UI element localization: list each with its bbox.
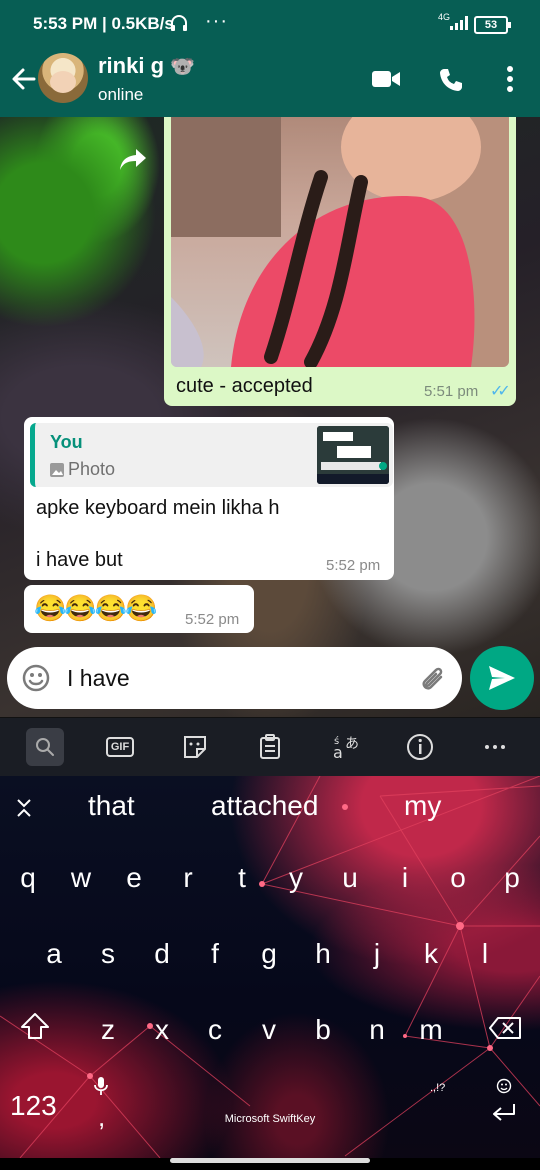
contact-emoji: 🐨 bbox=[170, 56, 196, 78]
key-d[interactable]: d bbox=[137, 938, 187, 970]
home-indicator[interactable] bbox=[170, 1158, 370, 1163]
message-time: 5:52 pm bbox=[326, 557, 381, 574]
quote-thumbnail bbox=[317, 426, 389, 484]
signal-icon bbox=[450, 16, 468, 30]
message-text-line-2: i have but bbox=[36, 549, 123, 571]
chat-header: rinki g 🐨 online bbox=[0, 45, 540, 117]
navigation-bar bbox=[0, 1158, 540, 1170]
key-o[interactable]: o bbox=[433, 862, 483, 894]
mic-icon[interactable] bbox=[94, 1076, 108, 1101]
contact-status: online bbox=[98, 85, 144, 104]
incoming-reply-message[interactable]: You Photo apke keyboard mein likha h i h… bbox=[24, 417, 394, 580]
status-bar: 5:53 PM | 0.5KB/s ··· 4G 53 bbox=[0, 0, 540, 45]
key-c[interactable]: c bbox=[190, 1014, 240, 1046]
key-w[interactable]: w bbox=[56, 862, 106, 894]
message-text-line-1: apke keyboard mein likha h bbox=[36, 497, 280, 519]
key-a[interactable]: a bbox=[29, 938, 79, 970]
battery-icon: 53 bbox=[474, 16, 511, 34]
quote-type: Photo bbox=[50, 459, 115, 480]
photo-caption: cute - accepted bbox=[176, 375, 313, 397]
suggestion-1[interactable]: that bbox=[88, 790, 135, 822]
key-x[interactable]: x bbox=[137, 1014, 187, 1046]
spacebar-brand: Microsoft SwiftKey bbox=[224, 1113, 316, 1125]
suggestion-2[interactable]: attached bbox=[211, 790, 318, 822]
spacebar[interactable]: Microsoft SwiftKey bbox=[132, 1092, 408, 1146]
incoming-emoji-message[interactable]: 😂😂😂😂 5:52 pm bbox=[24, 585, 254, 633]
send-icon bbox=[489, 666, 515, 690]
image-icon bbox=[50, 462, 64, 477]
outgoing-photo-message[interactable]: cute - accepted 5:51 pm ✓✓ bbox=[164, 117, 516, 406]
key-l[interactable]: l bbox=[460, 938, 510, 970]
message-input[interactable]: I have bbox=[67, 665, 130, 692]
key-h[interactable]: h bbox=[298, 938, 348, 970]
quote-type-label: Photo bbox=[68, 459, 116, 479]
phone-call-icon[interactable] bbox=[438, 67, 464, 98]
enter-icon[interactable] bbox=[490, 1102, 518, 1129]
quote-author: You bbox=[50, 432, 83, 452]
numbers-key[interactable]: 123 bbox=[10, 1090, 57, 1122]
backspace-icon[interactable] bbox=[488, 1016, 522, 1045]
gif-icon[interactable]: GIF bbox=[103, 730, 137, 764]
key-g[interactable]: g bbox=[244, 938, 294, 970]
key-s[interactable]: s bbox=[83, 938, 133, 970]
suggestion-3[interactable]: my bbox=[404, 790, 441, 822]
key-z[interactable]: z bbox=[83, 1014, 133, 1046]
message-photo[interactable] bbox=[171, 117, 509, 367]
back-arrow-icon[interactable] bbox=[10, 63, 38, 95]
key-i[interactable]: i bbox=[380, 862, 430, 894]
key-f[interactable]: f bbox=[190, 938, 240, 970]
emoji-text: 😂😂😂😂 bbox=[34, 593, 157, 623]
kebab-menu-icon[interactable] bbox=[500, 65, 520, 98]
emoji-key-icon[interactable] bbox=[496, 1078, 512, 1099]
key-q[interactable]: q bbox=[3, 862, 53, 894]
network-type: 4G bbox=[438, 12, 451, 22]
clipboard-icon[interactable] bbox=[253, 730, 287, 764]
keyboard[interactable]: that attached my q w e r t y u i o p a s… bbox=[0, 776, 540, 1158]
chat-area[interactable]: cute - accepted 5:51 pm ✓✓ You Photo apk… bbox=[0, 117, 540, 717]
punctuation-hint: .,!? bbox=[430, 1082, 446, 1094]
key-k[interactable]: k bbox=[406, 938, 456, 970]
video-call-icon[interactable] bbox=[371, 67, 401, 96]
send-button[interactable] bbox=[470, 646, 534, 710]
contact-name[interactable]: rinki g 🐨 bbox=[98, 53, 195, 79]
key-m[interactable]: m bbox=[406, 1014, 456, 1046]
sticker-icon[interactable] bbox=[178, 730, 212, 764]
key-n[interactable]: n bbox=[352, 1014, 402, 1046]
key-j[interactable]: j bbox=[352, 938, 402, 970]
gif-label: GIF bbox=[105, 737, 135, 757]
collapse-suggestions-icon[interactable] bbox=[16, 798, 32, 823]
status-more: ··· bbox=[205, 10, 228, 32]
key-p[interactable]: p bbox=[487, 862, 537, 894]
key-r[interactable]: r bbox=[163, 862, 213, 894]
key-y[interactable]: y bbox=[271, 862, 321, 894]
key-t[interactable]: t bbox=[217, 862, 267, 894]
key-u[interactable]: u bbox=[325, 862, 375, 894]
svg-text:あ: あ bbox=[345, 736, 359, 752]
search-icon[interactable] bbox=[26, 728, 64, 766]
avatar[interactable] bbox=[38, 53, 88, 103]
key-b[interactable]: b bbox=[298, 1014, 348, 1046]
read-ticks-icon: ✓✓ bbox=[490, 383, 511, 400]
key-v[interactable]: v bbox=[244, 1014, 294, 1046]
headphones-icon bbox=[170, 14, 188, 37]
info-icon[interactable] bbox=[403, 730, 437, 764]
svg-text:ś: ś bbox=[334, 735, 339, 747]
key-e[interactable]: e bbox=[109, 862, 159, 894]
translate-icon[interactable]: aあś bbox=[329, 730, 363, 764]
shift-icon[interactable] bbox=[20, 1012, 50, 1045]
photo-girl-illustration bbox=[171, 117, 509, 367]
quoted-message[interactable]: You Photo bbox=[30, 423, 393, 487]
message-time: 5:51 pm bbox=[424, 383, 479, 400]
emoji-icon[interactable] bbox=[22, 664, 50, 697]
message-input-bar[interactable]: I have bbox=[7, 647, 462, 709]
message-time: 5:52 pm bbox=[185, 611, 240, 628]
comma-key[interactable]: , bbox=[98, 1102, 105, 1133]
forward-icon[interactable] bbox=[116, 143, 150, 177]
contact-name-text: rinki g bbox=[98, 53, 165, 78]
more-icon[interactable] bbox=[478, 730, 512, 764]
keyboard-toolbar: GIF aあś bbox=[0, 718, 540, 776]
attach-icon[interactable] bbox=[417, 663, 447, 698]
status-time: 5:53 PM | 0.5KB/s bbox=[33, 14, 174, 33]
